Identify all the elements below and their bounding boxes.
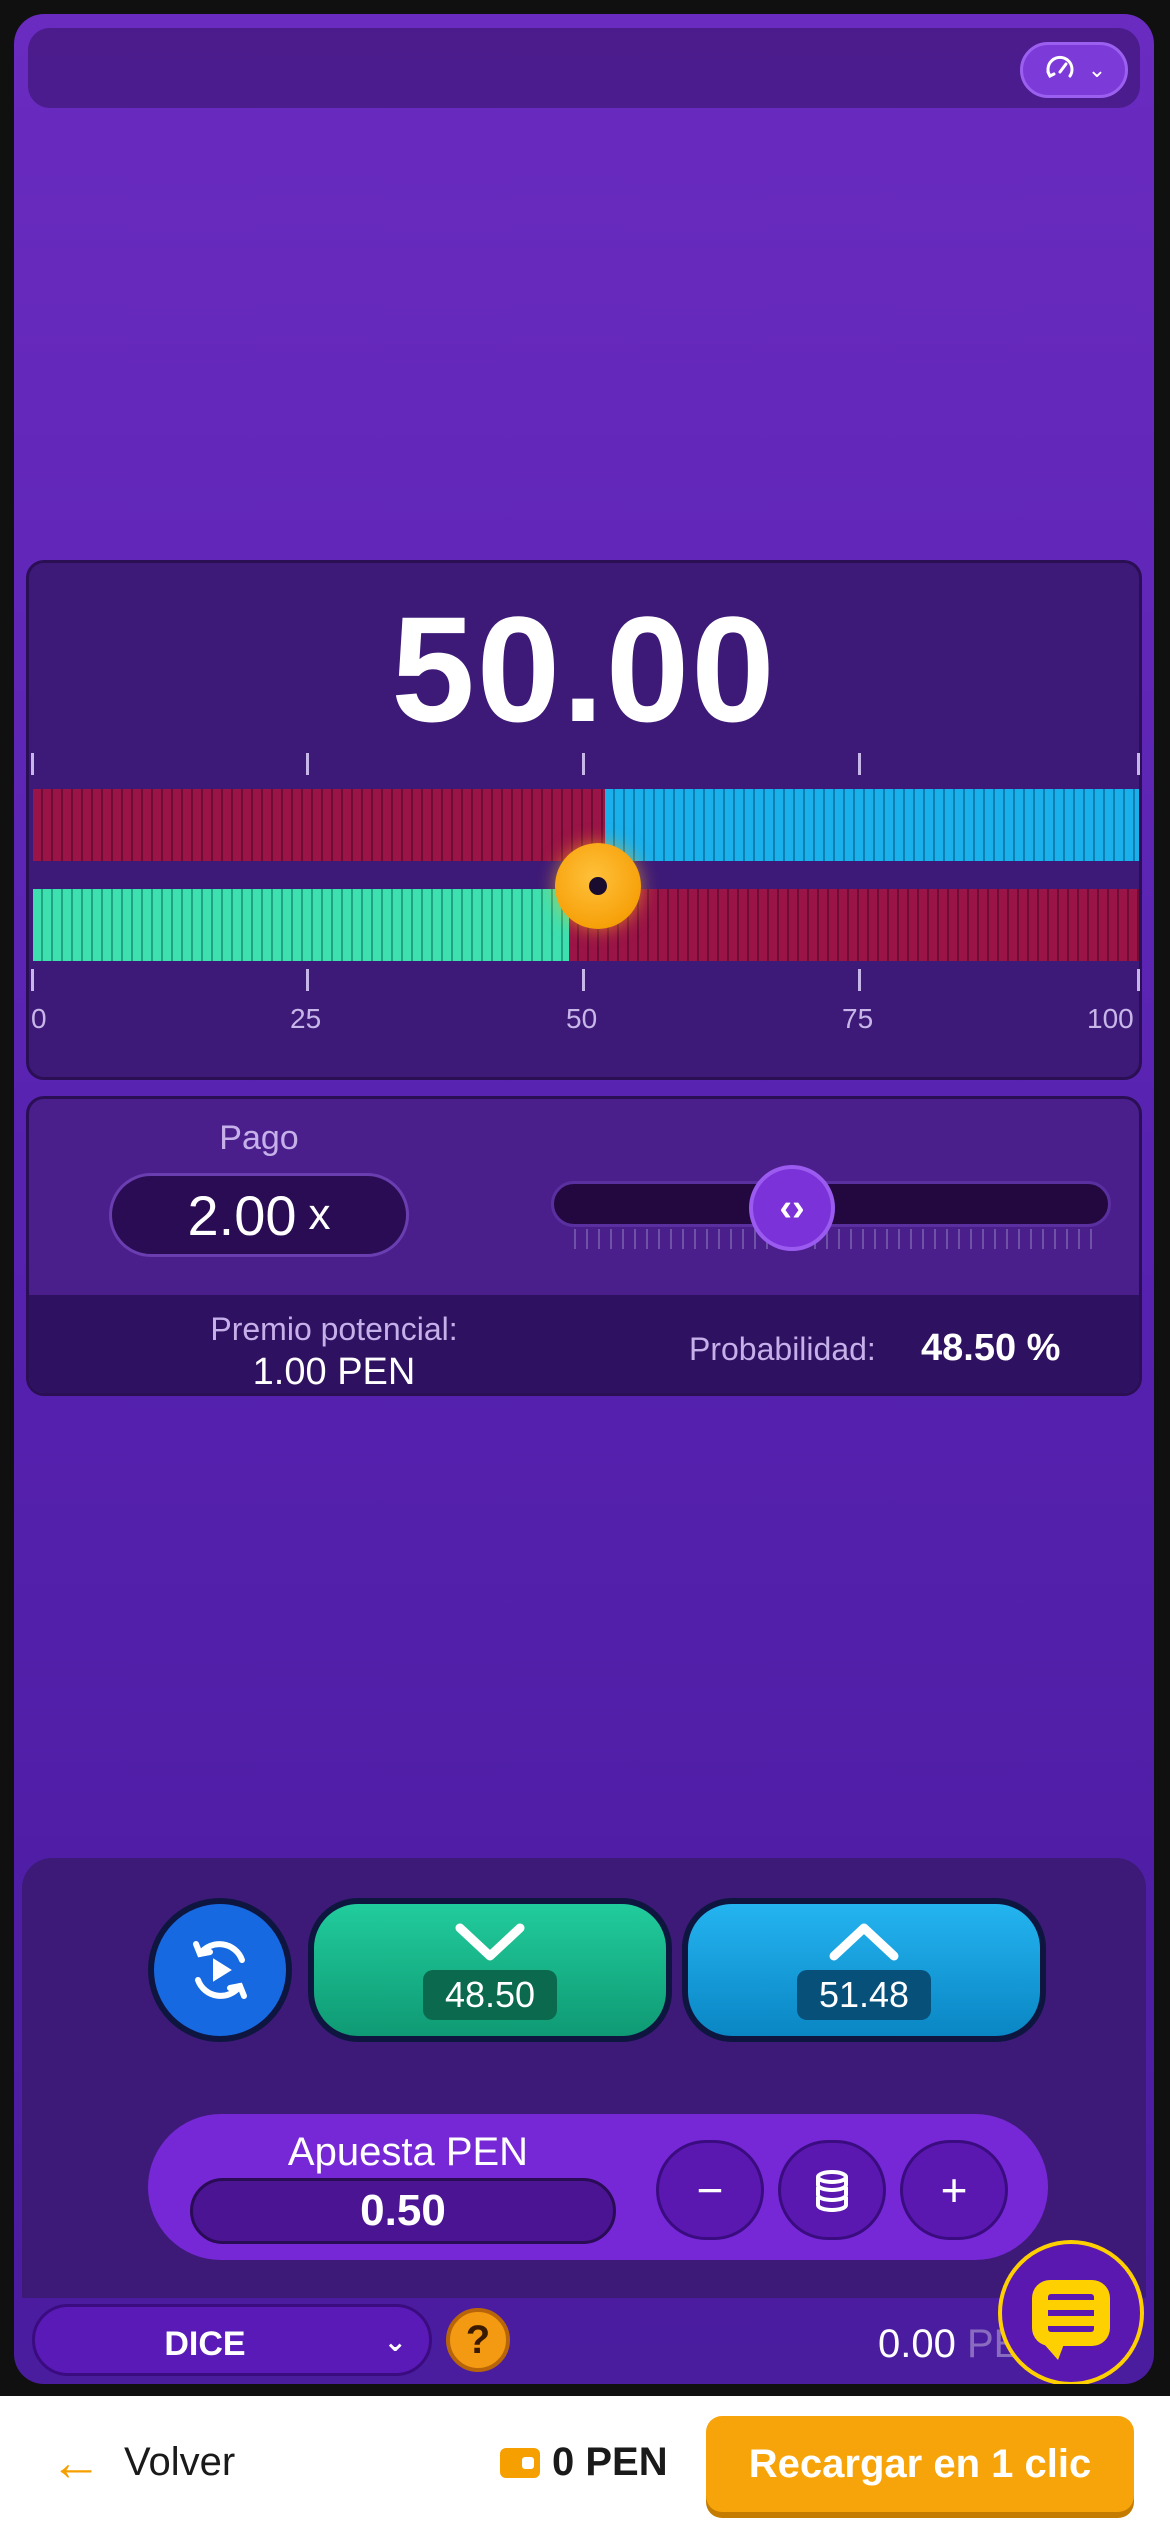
wallet-balance: 0 PEN bbox=[500, 2440, 668, 2485]
scale-tick bbox=[31, 753, 34, 775]
scale-label: 50 bbox=[566, 1003, 598, 1034]
potential-win-label: Premio potencial: bbox=[210, 1311, 458, 1347]
chevron-down-icon: ⌄ bbox=[383, 2326, 407, 2357]
chat-support-button[interactable] bbox=[998, 2240, 1144, 2384]
scale-tick bbox=[306, 753, 309, 775]
question-icon: ? bbox=[465, 2317, 491, 2362]
scale-label: 100 bbox=[1087, 1003, 1134, 1034]
top-bar: ⌄ bbox=[28, 28, 1140, 108]
bet-amount-bar: Apuesta PEN 0.50 − + bbox=[148, 2114, 1048, 2260]
bet-controls-panel: 48.50 51.48 Apuesta PEN 0.50 − + bbox=[22, 1858, 1146, 2298]
scale-tick bbox=[31, 969, 34, 991]
game-selector[interactable]: DICE ⌄ bbox=[32, 2304, 432, 2376]
one-click-reload-button[interactable]: Recargar en 1 clic bbox=[706, 2416, 1134, 2512]
payout-summary: Premio potencial: 1.00 PEN Probabilidad:… bbox=[29, 1295, 1139, 1393]
decrease-bet-button[interactable]: − bbox=[656, 2140, 764, 2240]
probability-label: Probabilidad: bbox=[689, 1331, 876, 1367]
bet-amount-input[interactable]: 0.50 bbox=[190, 2178, 616, 2244]
bet-amount-label: Apuesta PEN bbox=[287, 2130, 529, 2174]
chance-slider-thumb[interactable]: ‹› bbox=[749, 1165, 835, 1251]
drag-arrows-icon: ‹› bbox=[779, 1186, 805, 1229]
plus-icon: + bbox=[940, 2164, 968, 2216]
under-threshold-value: 48.50 bbox=[422, 1970, 558, 2020]
help-button[interactable]: ? bbox=[446, 2308, 510, 2372]
scale-tick bbox=[1137, 753, 1140, 775]
payout-panel: Pago 2.00 x ‹› Premio potencial: 1.00 PE… bbox=[26, 1096, 1142, 1396]
payout-label: Pago bbox=[219, 1119, 299, 1157]
wallet-balance-value: 0 PEN bbox=[552, 2440, 668, 2484]
history-speedometer-icon bbox=[1046, 55, 1074, 79]
over-win-segment bbox=[605, 789, 1139, 861]
potential-win-value: 1.00 PEN bbox=[252, 1351, 416, 1393]
scale-ruler-bottom bbox=[29, 969, 1145, 993]
dice-result-panel: 50.00 0 25 50 75 100 bbox=[26, 560, 1142, 1080]
roll-result-value: 50.00 bbox=[391, 585, 777, 753]
scale-tick bbox=[582, 753, 585, 775]
chevron-down-icon bbox=[455, 1923, 525, 1961]
bet-over-button[interactable]: 51.48 bbox=[682, 1898, 1046, 2042]
autoplay-button[interactable] bbox=[148, 1898, 292, 2042]
minus-icon: − bbox=[696, 2164, 724, 2216]
footer-bar: ← Volver 0 PEN Recargar en 1 clic bbox=[0, 2396, 1170, 2532]
game-frame: ⌄ 50.00 0 25 50 75 100 Pago 2.00 x ‹› Pr… bbox=[14, 14, 1154, 2384]
scale-tick bbox=[1137, 969, 1140, 991]
history-button[interactable]: ⌄ bbox=[1020, 42, 1128, 98]
coins-stack-icon bbox=[816, 2170, 848, 2212]
increase-bet-button[interactable]: + bbox=[900, 2140, 1008, 2240]
scale-labels: 0 25 50 75 100 bbox=[29, 1003, 1145, 1043]
roll-marker bbox=[555, 843, 641, 929]
back-label: Volver bbox=[124, 2440, 236, 2484]
payout-multiplier-value: 2.00 bbox=[187, 1183, 297, 1247]
payout-multiplier-unit: x bbox=[308, 1190, 331, 1239]
game-name: DICE bbox=[164, 2325, 246, 2363]
payout-multiplier-input[interactable]: 2.00 x bbox=[109, 1173, 409, 1257]
autoplay-refresh-icon bbox=[193, 1941, 247, 1999]
arrow-left-icon: ← bbox=[50, 2433, 102, 2492]
scale-tick bbox=[858, 969, 861, 991]
chat-lines bbox=[1048, 2294, 1094, 2332]
wallet-icon bbox=[500, 2447, 540, 2478]
scale-tick bbox=[858, 753, 861, 775]
probability-value: 48.50 % bbox=[921, 1327, 1061, 1369]
bet-presets-button[interactable] bbox=[778, 2140, 886, 2240]
scale-ruler-top bbox=[29, 753, 1145, 777]
scale-label: 75 bbox=[842, 1003, 874, 1034]
scale-tick bbox=[306, 969, 309, 991]
scale-label: 25 bbox=[290, 1003, 322, 1034]
under-win-segment bbox=[33, 889, 569, 961]
chevron-down-icon: ⌄ bbox=[1087, 57, 1107, 82]
under-lose-segment bbox=[569, 889, 1139, 961]
scale-tick bbox=[582, 969, 585, 991]
chevron-up-icon bbox=[829, 1923, 899, 1961]
chance-slider-ticks bbox=[574, 1229, 1094, 1249]
scale-label: 0 bbox=[31, 1003, 47, 1034]
game-balance-value: 0.00 bbox=[878, 2322, 956, 2366]
over-threshold-value: 51.48 bbox=[796, 1970, 932, 2020]
back-link[interactable]: ← Volver bbox=[50, 2433, 236, 2492]
bet-under-button[interactable]: 48.50 bbox=[308, 1898, 672, 2042]
over-lose-segment bbox=[33, 789, 605, 861]
chat-bubble-icon bbox=[1032, 2280, 1110, 2360]
